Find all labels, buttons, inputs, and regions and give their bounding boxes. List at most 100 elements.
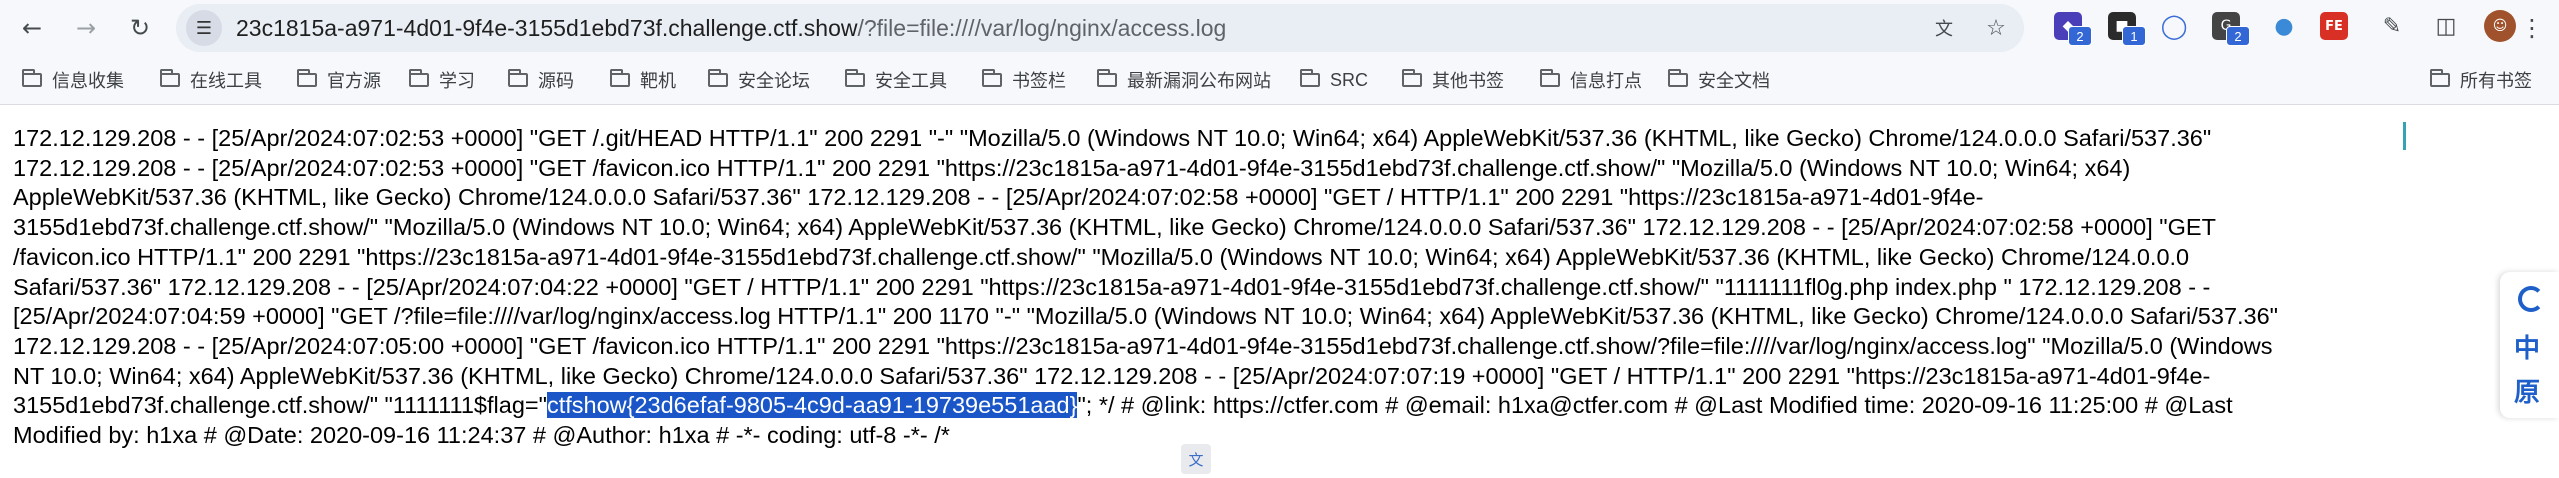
url-host: 23c1815a-a971-4d01-9f4e-3155d1ebd73f.cha… [236,15,858,41]
side-floating-widget[interactable]: 中 原 [2500,272,2559,418]
folder-icon [1402,69,1422,87]
arrow-right-icon: → [75,14,97,42]
bookmark-folder-5[interactable]: 靶机 [610,66,676,94]
bookmark-star-button[interactable]: ☆ [1982,14,2010,42]
log-line-11: Modified by: h1xa # @Date: 2020-09-16 11… [13,422,950,449]
folder-icon [1300,69,1320,87]
flag-suffix-text: "; */ # @link: https://ctfer.com # @emai… [1077,392,2233,419]
bookmark-folder-13[interactable]: 安全文档 [1668,66,1770,94]
bookmark-label: 在线工具 [190,71,262,91]
flag-prefix-text: 3155d1ebd73f.challenge.ctf.show/" "11111… [13,392,547,419]
folder-icon [297,69,317,87]
more-vertical-icon: ⋮ [2520,14,2544,42]
url-path: /?file=file:////var/log/nginx/access.log [857,15,1227,41]
bookmark-label: 信息收集 [52,71,124,91]
log-line-8: 172.12.129.208 - - [25/Apr/2024:07:05:00… [13,332,2273,359]
extension-2-button[interactable]: ■ 1 [2108,12,2146,46]
log-line-1: 172.12.129.208 - - [25/Apr/2024:07:02:53… [13,125,2212,151]
folder-icon [708,69,728,87]
log-line-2: 172.12.129.208 - - [25/Apr/2024:07:02:53… [13,154,2131,181]
bookmark-label: 靶机 [640,71,676,91]
log-line-7: [25/Apr/2024:07:04:59 +0000] "GET /?file… [13,303,2279,330]
extensions-menu-button[interactable]: ✎ [2378,12,2406,40]
bookmark-label: 官方源 [327,71,381,91]
selection-translate-button[interactable]: 文 [1181,444,1211,474]
loading-spinner-icon [2518,286,2544,312]
bookmark-folder-10[interactable]: SRC [1300,66,1368,94]
log-line-3: AppleWebKit/537.36 (KHTML, like Gecko) C… [13,184,1984,211]
bookmark-folder-9[interactable]: 最新漏洞公布网站 [1097,66,1271,94]
extension-1-badge: 2 [2068,26,2092,46]
folder-icon [1668,69,1688,87]
bookmark-label: 安全工具 [875,71,947,91]
translate-icon: 文 [1188,450,1204,469]
bookmark-label: 其他书签 [1432,71,1504,91]
browser-menu-button[interactable]: ⋮ [2514,8,2550,48]
side-widget-char-2[interactable]: 原 [2514,372,2540,409]
folder-icon [2430,69,2450,87]
extension-5-button[interactable]: ● [2270,12,2298,40]
selected-flag-text[interactable]: ctfshow{23d6efaf-9805-4c9d-aa91-19739e55… [546,392,1078,419]
bookmark-folder-6[interactable]: 安全论坛 [708,66,810,94]
bookmark-label: 安全论坛 [738,71,810,91]
translate-icon: 文 [1935,19,1953,40]
bookmark-folder-0[interactable]: 信息收集 [22,66,124,94]
folder-icon [22,69,42,87]
page-body-text: 172.12.129.208 - - [25/Apr/2024:07:02:53… [13,124,2513,451]
extension-2-badge: 1 [2122,26,2146,46]
log-line-10: 3155d1ebd73f.challenge.ctf.show/" "11111… [13,391,2513,421]
bookmark-folder-1[interactable]: 在线工具 [160,66,262,94]
extension-1-button[interactable]: ◆ 2 [2054,12,2092,46]
extension-3-icon: ◯ [2160,12,2188,40]
bookmark-folder-8[interactable]: 书签栏 [982,66,1066,94]
translate-page-button[interactable]: 文 [1930,14,1958,42]
bookmark-label: 书签栏 [1012,71,1066,91]
bookmark-folder-4[interactable]: 源码 [508,66,574,94]
bookmark-folder-3[interactable]: 学习 [409,66,475,94]
extension-4-button[interactable]: G 2 [2212,12,2250,46]
profile-avatar-button[interactable]: ☺ [2484,10,2516,42]
extension-6-button[interactable]: FE [2320,12,2348,40]
folder-icon [508,69,528,87]
bookmark-label: SRC [1330,69,1369,90]
extension-6-icon: FE [2325,18,2343,34]
bookmarks-bar: 信息收集 在线工具 官方源 学习 源码 靶机 安全论坛 安全工具 书签栏 最新漏… [0,56,2559,150]
log-line-9: NT 10.0; Win64; x64) AppleWebKit/537.36 … [13,362,2211,389]
folder-icon [1097,69,1117,87]
bookmark-label: 信息打点 [1570,71,1642,91]
bookmark-label: 安全文档 [1698,71,1770,91]
url-text[interactable]: 23c1815a-a971-4d01-9f4e-3155d1ebd73f.cha… [236,15,1226,42]
reload-icon: ↻ [129,14,151,42]
star-icon: ☆ [1986,15,2006,41]
side-panel-button[interactable]: ◫ [2432,12,2460,40]
folder-icon [845,69,865,87]
folder-icon [1540,69,1560,87]
reload-button[interactable]: ↻ [120,8,160,48]
site-info-button[interactable]: ☰ [186,10,222,46]
tune-icon: ☰ [195,17,213,39]
arrow-left-icon: ← [21,14,43,42]
avatar-icon: ☺ [2492,18,2508,34]
forward-button[interactable]: → [66,8,106,48]
bookmark-folder-12[interactable]: 信息打点 [1540,66,1642,94]
bookmark-folder-11[interactable]: 其他书签 [1402,66,1504,94]
all-bookmarks-button[interactable]: 所有书签 [2430,66,2532,94]
address-bar[interactable]: ☰ 23c1815a-a971-4d01-9f4e-3155d1ebd73f.c… [176,4,2024,52]
extension-5-icon: ● [2274,13,2294,39]
side-widget-char-1[interactable]: 中 [2514,328,2540,365]
extension-3-button[interactable]: ◯ [2160,12,2188,40]
browser-toolbar: ← → ↻ ☰ 23c1815a-a971-4d01-9f4e-3155d1eb… [0,0,2559,56]
log-line-4: 3155d1ebd73f.challenge.ctf.show/" "Mozil… [13,214,2216,241]
bookmark-folder-7[interactable]: 安全工具 [845,66,947,94]
puzzle-icon: ✎ [2382,13,2402,39]
back-button[interactable]: ← [12,8,52,48]
side-panel-icon: ◫ [2435,13,2457,39]
folder-icon [610,69,630,87]
bookmark-label: 最新漏洞公布网站 [1127,71,1271,91]
folder-icon [160,69,180,87]
folder-icon [409,69,429,87]
bookmark-label: 学习 [439,71,475,91]
folder-icon [982,69,1002,87]
bookmark-folder-2[interactable]: 官方源 [297,66,381,94]
log-line-6: Safari/537.36" 172.12.129.208 - - [25/Ap… [13,273,2211,300]
